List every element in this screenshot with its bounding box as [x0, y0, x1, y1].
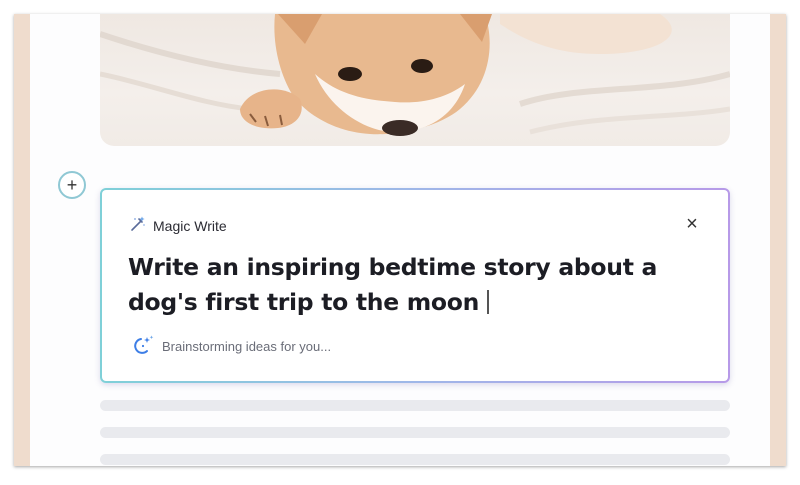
- close-button[interactable]: ×: [682, 212, 702, 235]
- text-caret: [487, 290, 489, 314]
- dog-photo[interactable]: [100, 14, 730, 146]
- magic-wand-icon: [130, 216, 146, 235]
- plus-icon: +: [66, 175, 78, 195]
- magic-write-header: Magic Write: [130, 216, 227, 235]
- close-icon: ×: [686, 212, 698, 235]
- magic-write-panel[interactable]: Magic Write × Write an inspiring bedtime…: [100, 188, 730, 383]
- loading-placeholder-line: [100, 400, 730, 411]
- magic-write-title: Magic Write: [153, 217, 227, 234]
- status-text: Brainstorming ideas for you...: [162, 339, 332, 354]
- add-element-button[interactable]: +: [58, 171, 86, 199]
- window-frame: + Magic Write × Write an inspiring bedti…: [14, 14, 786, 466]
- prompt-input[interactable]: Write an inspiring bedtime story about a…: [128, 250, 688, 320]
- dog-illustration: [100, 14, 730, 136]
- prompt-text: Write an inspiring bedtime story about a…: [128, 253, 658, 316]
- status-row: Brainstorming ideas for you...: [132, 335, 331, 358]
- magic-write-panel-body: Magic Write × Write an inspiring bedtime…: [102, 190, 728, 381]
- loading-placeholder-line: [100, 454, 730, 465]
- document-canvas: + Magic Write × Write an inspiring bedti…: [30, 14, 770, 466]
- loading-placeholder-line: [100, 427, 730, 438]
- sparkle-spinner-icon: [132, 335, 154, 358]
